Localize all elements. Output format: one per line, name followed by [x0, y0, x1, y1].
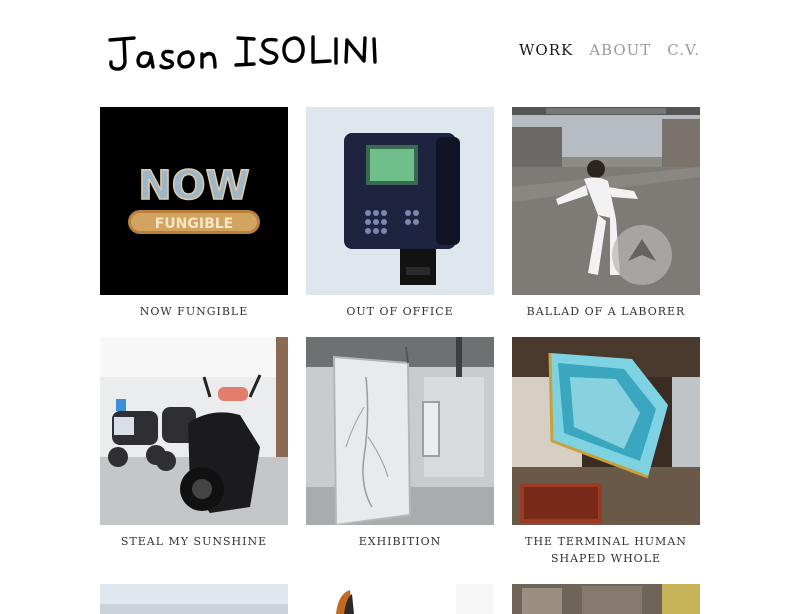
now-fungible-image-subtitle: FUNGIBLE	[155, 216, 234, 232]
work-tile-the-terminal-human-shaped-whole[interactable]: THE TERMINAL HUMAN SHAPED WHOLE	[512, 337, 700, 567]
work-thumbnail[interactable]	[100, 337, 288, 525]
work-title: STEAL MY SUNSHINE	[120, 535, 268, 548]
work-thumbnail[interactable]	[512, 584, 700, 614]
work-tile-ballad-of-a-laborer[interactable]: BALLAD OF A LABORER	[512, 107, 700, 320]
work-thumbnail[interactable]	[512, 107, 700, 295]
work-title: NOW FUNGIBLE	[139, 305, 249, 318]
work-tile-out-of-office[interactable]: OUT OF OFFICE	[306, 107, 494, 320]
work-tile-steal-my-sunshine[interactable]: STEAL MY SUNSHINE	[100, 337, 288, 550]
work-title: THE TERMINAL HUMAN SHAPED WHOLE	[525, 535, 687, 565]
work-tile-partial[interactable]	[512, 584, 700, 614]
work-thumbnail[interactable]	[100, 584, 288, 614]
site-header: WORK ABOUT C.V.	[0, 0, 800, 100]
work-tile-partial[interactable]	[100, 584, 288, 614]
work-title: EXHIBITION	[358, 535, 442, 548]
work-thumbnail[interactable]	[306, 107, 494, 295]
work-title: OUT OF OFFICE	[346, 305, 454, 318]
nav-work-link[interactable]: WORK	[519, 41, 573, 59]
work-thumbnail[interactable]: NOW FUNGIBLE	[100, 107, 288, 295]
work-thumbnail[interactable]	[306, 584, 494, 614]
main-nav: WORK ABOUT C.V.	[519, 41, 700, 59]
work-thumbnail[interactable]	[512, 337, 700, 525]
work-tile-exhibition[interactable]: EXHIBITION	[306, 337, 494, 550]
work-tile-now-fungible[interactable]: NOW FUNGIBLE NOW FUNGIBLE	[100, 107, 288, 320]
nav-cv-link[interactable]: C.V.	[667, 41, 700, 59]
site-logo[interactable]	[108, 34, 388, 74]
work-title: BALLAD OF A LABORER	[526, 305, 686, 318]
work-thumbnail[interactable]	[306, 337, 494, 525]
work-tile-partial[interactable]	[306, 584, 494, 614]
nav-about-link[interactable]: ABOUT	[589, 41, 651, 59]
